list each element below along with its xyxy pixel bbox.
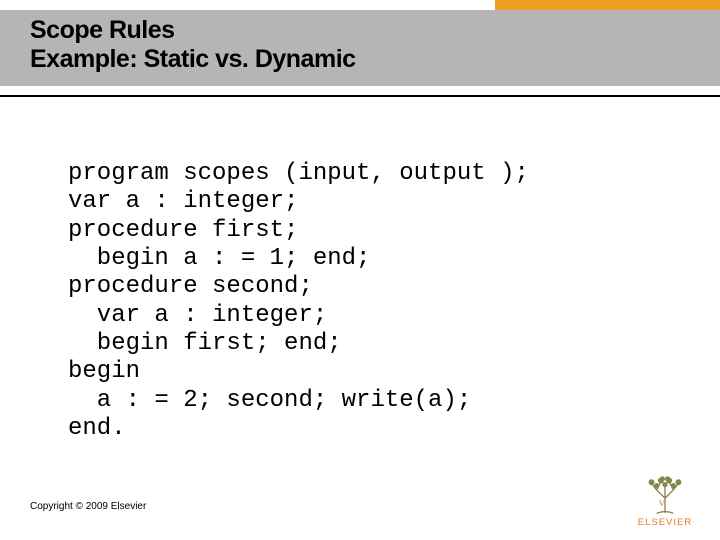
svg-text:V: V	[659, 499, 665, 508]
title-band: Scope RulesExample: Static vs. Dynamic	[0, 10, 720, 86]
code-block: program scopes (input, output ); var a :…	[68, 160, 529, 443]
tree-icon: V	[644, 473, 686, 515]
publisher-logo: V ELSEVIER	[632, 473, 698, 528]
slide: Scope RulesExample: Static vs. Dynamic p…	[0, 0, 720, 540]
publisher-name: ELSEVIER	[638, 517, 692, 528]
horizontal-rule	[0, 95, 720, 97]
copyright-footer: Copyright © 2009 Elsevier	[30, 501, 146, 512]
slide-title: Scope RulesExample: Static vs. Dynamic	[30, 16, 720, 74]
